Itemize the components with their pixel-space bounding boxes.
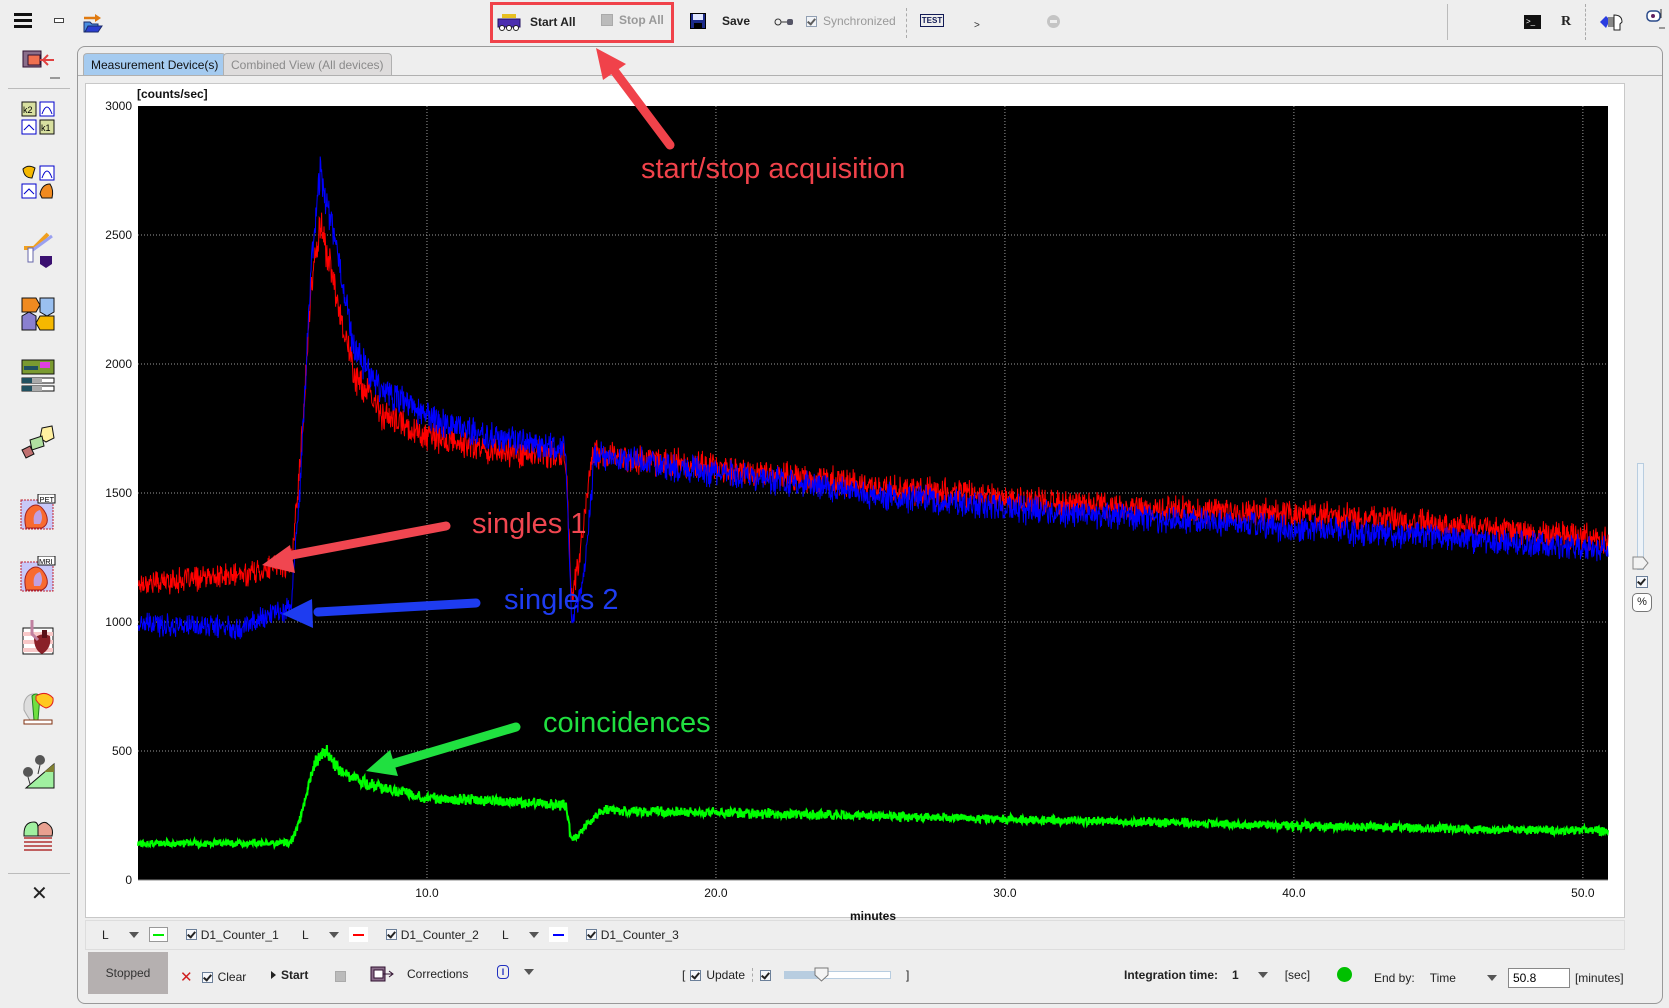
clear-label: Clear xyxy=(217,970,247,984)
series-name: D1_Counter_3 xyxy=(600,927,679,942)
corrections-button[interactable]: Corrections xyxy=(370,966,468,982)
update-auto-checkbox[interactable] xyxy=(760,969,772,981)
legend-item-counter-3: L D1_Counter_3 xyxy=(502,927,679,942)
start-button[interactable]: Start xyxy=(271,968,308,982)
y-scale-slider-track[interactable] xyxy=(1637,463,1644,570)
bottom-bar: Stopped ✕ Clear Start Corrections I [ Up… xyxy=(85,952,1655,998)
x-tick-label: 10.0 xyxy=(415,886,439,900)
series-visible-checkbox[interactable] xyxy=(385,929,397,940)
color-swatch-green[interactable] xyxy=(148,927,168,942)
integration-time-label: Integration time: xyxy=(1124,968,1219,982)
update-bracket-close: ] xyxy=(906,968,910,982)
clear-x-icon[interactable]: ✕ xyxy=(180,968,193,986)
legend-row: L D1_Counter_1 L D1_Counter_2 L D1_Count… xyxy=(85,920,1625,950)
integration-time-value[interactable]: 1 xyxy=(1232,968,1239,982)
annotation-text-singles1: singles 1 xyxy=(472,508,586,540)
end-time-unit: [minutes] xyxy=(1574,971,1624,985)
series-visible-checkbox[interactable] xyxy=(185,929,197,940)
annotation-text-coincidences: coincidences xyxy=(543,707,711,739)
y-tick-label: 2500 xyxy=(105,228,132,242)
chart-svg: 10.0 20.0 30.0 40.0 50.0 0 500 1000 1500 2000 2500… xyxy=(105,48,1609,923)
scale-mode-dropdown[interactable] xyxy=(128,931,139,938)
info-dropdown[interactable]: I xyxy=(497,965,534,979)
update-separator xyxy=(752,968,754,982)
update-control: [ Update ] xyxy=(682,967,910,982)
update-checkbox[interactable] xyxy=(690,969,702,981)
info-icon: I xyxy=(497,965,509,979)
status-stopped: Stopped xyxy=(88,952,168,994)
update-bracket-open: [ xyxy=(682,968,686,982)
scale-mode-label: L xyxy=(102,927,109,942)
y-tick-label: 1500 xyxy=(105,486,132,500)
start-label: Start xyxy=(281,968,309,982)
info-dropdown-arrow xyxy=(524,969,534,975)
corrections-icon xyxy=(370,966,394,982)
integration-time-unit: [sec] xyxy=(1284,968,1311,982)
x-tick-label: 20.0 xyxy=(704,886,728,900)
legend-item-counter-2: L D1_Counter_2 xyxy=(302,927,479,942)
end-by-label: End by: xyxy=(1374,971,1415,985)
color-swatch-blue[interactable] xyxy=(548,927,568,942)
scale-mode-label: L xyxy=(502,927,509,942)
y-tick-label: 1000 xyxy=(105,615,132,629)
end-by-value[interactable]: Time xyxy=(1430,971,1456,985)
y-tick-label: 3000 xyxy=(105,99,132,113)
corrections-label: Corrections xyxy=(407,967,469,981)
percent-button[interactable]: % xyxy=(1632,593,1652,612)
clear-checkbox[interactable] xyxy=(201,971,213,983)
series-name: D1_Counter_2 xyxy=(400,927,479,942)
integration-time-dropdown[interactable] xyxy=(1257,972,1268,978)
update-rate-slider[interactable] xyxy=(784,967,892,982)
end-by-dropdown[interactable] xyxy=(1486,975,1497,981)
end-by-control: End by: Time [minutes] xyxy=(1374,968,1624,988)
annotation-text-start-stop: start/stop acquisition xyxy=(641,153,905,185)
scale-mode-dropdown[interactable] xyxy=(528,931,539,938)
acquisition-status-indicator xyxy=(1337,967,1352,982)
update-label: Update xyxy=(706,968,746,982)
update-rate-slider-thumb[interactable] xyxy=(814,967,830,983)
y-tick-label: 2000 xyxy=(105,357,132,371)
clear-control: ✕ Clear xyxy=(180,968,246,986)
legend-item-counter-1: L D1_Counter_1 xyxy=(102,927,279,942)
y-axis-label: [counts/sec] xyxy=(137,87,208,101)
stop-button[interactable] xyxy=(335,971,346,982)
color-swatch-red[interactable] xyxy=(348,927,368,942)
y-scale-controls: % xyxy=(1628,83,1658,918)
series-name: D1_Counter_1 xyxy=(200,927,279,942)
play-icon xyxy=(271,971,276,979)
y-scale-checkbox[interactable] xyxy=(1636,576,1648,588)
x-tick-label: 30.0 xyxy=(993,886,1017,900)
annotation-text-singles2: singles 2 xyxy=(504,584,618,616)
scale-mode-dropdown[interactable] xyxy=(328,931,339,938)
series-visible-checkbox[interactable] xyxy=(585,929,597,940)
y-scale-slider-thumb[interactable] xyxy=(1632,556,1650,570)
y-tick-label: 0 xyxy=(125,873,132,887)
scale-mode-label: L xyxy=(302,927,309,942)
end-time-input[interactable] xyxy=(1507,968,1570,988)
y-tick-label: 500 xyxy=(112,744,132,758)
integration-time-control: Integration time: 1 [sec] xyxy=(1124,968,1310,982)
x-tick-label: 40.0 xyxy=(1282,886,1306,900)
x-tick-label: 50.0 xyxy=(1571,886,1595,900)
